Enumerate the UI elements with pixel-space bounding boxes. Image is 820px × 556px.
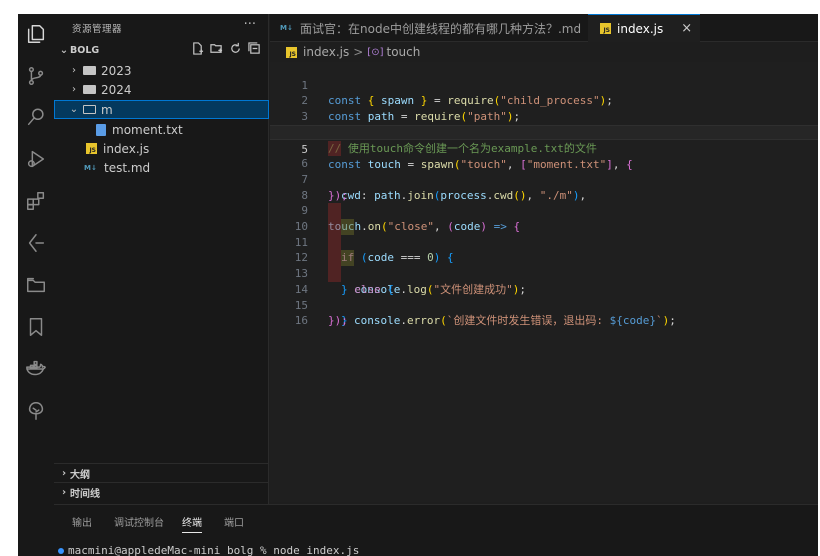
tree-item-file[interactable]: moment.txt <box>54 120 269 139</box>
breadcrumb: JS index.js > [⊙] touch <box>270 42 818 62</box>
code-line: 8 <box>270 172 818 202</box>
panel-tab-output[interactable]: 输出 <box>72 514 92 529</box>
chevron-down-icon: ⌄ <box>69 104 79 115</box>
prompt-dot-icon <box>58 548 64 554</box>
refresh-icon[interactable] <box>229 42 242 55</box>
activity-bar <box>18 14 54 556</box>
editor-tabs: M↓ 面试官：在node中创建线程的都有哪几种方法？.md JS index.j… <box>270 14 818 42</box>
explorer-icon[interactable] <box>24 22 48 46</box>
docker-icon[interactable] <box>24 357 48 381</box>
folder-icon <box>83 85 96 94</box>
code-line: 15 }); <box>270 282 818 328</box>
line-number: 16 <box>294 314 308 328</box>
code-line: 6 cwd: path.join(process.cwd(), "./m"), <box>270 140 818 202</box>
explorer-title: 资源管理器 <box>72 24 123 35</box>
bottom-panel: 输出 调试控制台 终端 端口 macmini@appledeMac-mini b… <box>54 504 818 556</box>
indent-guide <box>328 266 341 282</box>
panel-tab-terminal[interactable]: 终端 <box>182 514 202 533</box>
code-line: 3 <box>270 93 818 123</box>
project-header[interactable]: ⌄ BOLG <box>54 41 269 60</box>
chevron-right-icon: › <box>61 467 67 479</box>
js-file-icon: JS <box>286 46 297 58</box>
symbol-icon: [⊙] <box>367 46 384 58</box>
markdown-file-icon: M↓ <box>84 163 97 172</box>
terminal-text: macmini@appledeMac-mini bolg % node inde… <box>68 544 360 556</box>
markdown-file-icon: M↓ <box>280 24 293 32</box>
search-icon[interactable] <box>24 105 48 129</box>
timeline-label: 时间线 <box>70 488 100 500</box>
tree-icon[interactable] <box>24 399 48 423</box>
new-folder-icon[interactable] <box>210 42 223 55</box>
tab-interview-md[interactable]: M↓ 面试官：在node中创建线程的都有哪几种方法？.md <box>270 14 585 42</box>
more-actions-icon[interactable]: ··· <box>244 17 256 32</box>
panel-tab-debug-console[interactable]: 调试控制台 <box>114 514 164 529</box>
indent-guide <box>328 219 341 235</box>
breadcrumb-separator: > <box>353 45 364 59</box>
collapse-all-icon[interactable] <box>248 42 261 55</box>
bookmark-icon[interactable] <box>24 315 48 339</box>
folder-icon <box>83 66 96 75</box>
indent-guide <box>341 250 354 267</box>
project-name: BOLG <box>70 45 100 56</box>
tree-item-folder[interactable]: › 2024 <box>54 80 269 99</box>
tab-label: 面试官：在node中创建线程的都有哪几种方法？.md <box>300 21 582 36</box>
code-line: 4 // 使用touch命令创建一个名为example.txt的文件 <box>270 109 818 155</box>
vscode-window: 资源管理器 ··· ⌄ BOLG › 2023 › 2024 ⌄ m momen… <box>18 14 818 556</box>
folders-icon[interactable] <box>24 273 48 297</box>
tree-item-label: 2023 <box>101 63 132 78</box>
indent-guide <box>341 219 354 235</box>
code-line: 9 touch.on("close", (code) => { <box>270 188 818 233</box>
folder-open-icon <box>83 105 96 114</box>
outline-label: 大纲 <box>70 469 90 481</box>
code-line: 11 console.log("文件创建成功"); <box>270 219 818 296</box>
tree-item-folder-selected[interactable]: ⌄ m <box>54 100 269 119</box>
tree-item-label: 2024 <box>101 82 132 97</box>
tab-index-js[interactable]: JS index.js × <box>588 14 700 42</box>
timeline-section[interactable]: › 时间线 <box>54 482 269 501</box>
tree-item-label: index.js <box>103 141 150 156</box>
extensions-icon[interactable] <box>24 189 48 213</box>
breadcrumb-file[interactable]: index.js <box>303 45 349 59</box>
new-file-icon[interactable] <box>191 42 204 55</box>
code-line: 1 const { spawn } = require("child_proce… <box>270 62 818 108</box>
indent-guide <box>328 140 341 157</box>
breadcrumb-symbol[interactable]: touch <box>386 45 420 59</box>
indent-guide <box>328 234 341 251</box>
code-line: 10 if (code === 0) { <box>270 203 818 264</box>
tree-item-file[interactable]: JS index.js <box>54 139 269 158</box>
chevron-right-icon: › <box>72 84 76 95</box>
js-file-icon: JS <box>600 23 611 34</box>
chevron-down-icon: ⌄ <box>59 45 69 56</box>
code-line-current: 5 const touch = spawn("touch", ["moment.… <box>270 124 818 171</box>
explorer-sidebar: 资源管理器 ··· ⌄ BOLG › 2023 › 2024 ⌄ m momen… <box>54 14 269 504</box>
code-line: 7 }); <box>270 156 818 202</box>
tree-item-folder[interactable]: › 2023 <box>54 61 269 80</box>
code-line: 2 const path = require("path"); <box>270 78 818 123</box>
explorer-toolbar <box>191 42 261 55</box>
tree-item-file[interactable]: M↓ test.md <box>54 158 269 177</box>
code-line: 16 <box>270 298 818 327</box>
indent-guide <box>328 203 341 219</box>
code-line: 14 } <box>270 266 818 327</box>
code-line: 13 console.error(`创建文件时发生错误，退出码: ${code}… <box>270 250 818 327</box>
run-debug-icon[interactable] <box>24 147 48 171</box>
terminal-line[interactable]: macmini@appledeMac-mini bolg % node inde… <box>58 544 359 556</box>
indent-guide <box>328 250 341 267</box>
code-line: 12 } else { <box>270 234 818 296</box>
remote-icon[interactable] <box>24 231 48 255</box>
text-file-icon <box>96 123 106 136</box>
tree-item-label: test.md <box>104 160 151 175</box>
tree-item-label: moment.txt <box>112 122 183 137</box>
panel-tab-ports[interactable]: 端口 <box>224 514 244 529</box>
source-control-icon[interactable] <box>24 64 48 88</box>
close-icon[interactable]: × <box>681 21 692 36</box>
js-file-icon: JS <box>86 143 97 154</box>
chevron-right-icon: › <box>72 65 76 76</box>
outline-section[interactable]: › 大纲 <box>54 463 269 482</box>
tab-label: index.js <box>617 21 664 36</box>
code-editor[interactable]: 1 const { spawn } = require("child_proce… <box>270 62 818 502</box>
tree-item-label: m <box>101 102 113 117</box>
chevron-right-icon: › <box>61 486 67 498</box>
